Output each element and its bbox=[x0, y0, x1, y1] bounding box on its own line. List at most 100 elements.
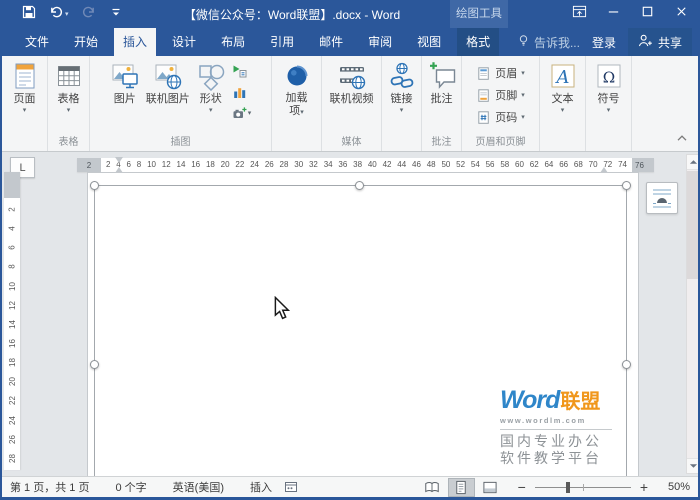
illustrations-group: 图片 联机图片 形状 ▾ ▾ 插图 bbox=[90, 56, 272, 151]
save-icon bbox=[22, 5, 36, 24]
tab-view[interactable]: 视图 bbox=[408, 28, 450, 56]
dropdown-arrow-icon: ▾ bbox=[22, 107, 27, 114]
close-button[interactable] bbox=[664, 0, 698, 28]
shapes-button[interactable]: 形状 ▾ bbox=[194, 59, 228, 136]
addins-button[interactable]: 加载项▾ bbox=[280, 59, 314, 136]
footer-button[interactable]: 页脚 ▾ bbox=[472, 85, 529, 105]
tab-references[interactable]: 引用 bbox=[261, 28, 303, 56]
ruler-number: 16 bbox=[7, 339, 17, 348]
comments-group: 批注 批注 bbox=[422, 56, 462, 151]
link-button[interactable]: 链接 ▾ bbox=[385, 59, 419, 136]
macro-icon[interactable] bbox=[284, 480, 298, 494]
online-video-button[interactable]: 联机视频 bbox=[328, 59, 376, 136]
chart-button[interactable] bbox=[230, 83, 254, 101]
handle-top-left[interactable] bbox=[90, 181, 99, 190]
handle-middle-left[interactable] bbox=[90, 360, 99, 369]
tab-format[interactable]: 格式 bbox=[457, 28, 500, 56]
page-number-button[interactable]: 页码 ▾ bbox=[472, 107, 529, 127]
ruler-number: 52 bbox=[456, 160, 466, 169]
scroll-down-icon bbox=[689, 464, 698, 468]
zoom-slider[interactable] bbox=[534, 481, 631, 493]
dropdown-arrow-icon: ▾ bbox=[521, 69, 525, 77]
web-layout-button[interactable] bbox=[477, 478, 504, 497]
insert-mode-indicator[interactable]: 插入 bbox=[250, 479, 272, 495]
collapse-ribbon-button[interactable] bbox=[676, 129, 688, 147]
screenshot-button[interactable]: ▾ bbox=[230, 104, 254, 122]
svg-text:Ω: Ω bbox=[602, 69, 614, 87]
word-count[interactable]: 0 个字 bbox=[115, 479, 146, 495]
scroll-down-button[interactable] bbox=[687, 458, 698, 473]
smartart-button[interactable] bbox=[230, 62, 254, 80]
tab-insert[interactable]: 插入 bbox=[114, 28, 157, 56]
logo-divider bbox=[500, 429, 612, 430]
tab-layout[interactable]: 布局 bbox=[212, 28, 254, 56]
tab-file[interactable]: 文件 bbox=[16, 28, 58, 56]
vertical-scrollbar[interactable] bbox=[686, 154, 698, 474]
zoom-out-button[interactable]: − bbox=[518, 480, 526, 494]
header-button[interactable]: 页眉 ▾ bbox=[472, 63, 529, 83]
maximize-button[interactable] bbox=[630, 0, 664, 28]
button-label: 批注 bbox=[430, 93, 453, 105]
table-button[interactable]: 表格 ▾ bbox=[52, 59, 86, 136]
qat-customize-button[interactable] bbox=[109, 5, 123, 24]
button-label: 符号 bbox=[597, 93, 620, 105]
links-group: 链接 ▾ bbox=[382, 56, 422, 151]
online-pictures-button[interactable]: 联机图片 bbox=[144, 59, 192, 136]
new-comment-button[interactable]: 批注 bbox=[425, 59, 459, 136]
tell-me-button[interactable]: 告诉我... bbox=[517, 34, 580, 51]
button-label: 页码 bbox=[495, 112, 518, 124]
window-title: 【微信公众号：Word联盟】.docx - Word bbox=[183, 7, 401, 22]
zoom-in-button[interactable]: + bbox=[640, 480, 648, 494]
scrollbar-thumb[interactable] bbox=[687, 171, 698, 279]
vertical-ruler[interactable]: 2 4 6 8 10 12 14 16 18 20 22 24 26 28 bbox=[4, 172, 20, 470]
tab-design[interactable]: 设计 bbox=[163, 28, 205, 56]
online-video-icon bbox=[337, 60, 367, 92]
print-layout-button[interactable] bbox=[447, 477, 475, 497]
zoom-level[interactable]: 50% bbox=[660, 481, 690, 493]
scroll-up-button[interactable] bbox=[687, 155, 698, 170]
chart-icon bbox=[232, 85, 247, 100]
footer-icon bbox=[476, 88, 491, 103]
smartart-icon bbox=[232, 64, 247, 79]
ruler-number: 8 bbox=[136, 160, 142, 169]
pictures-button[interactable]: 图片 bbox=[108, 59, 142, 136]
page-indicator[interactable]: 第 1 页，共 1 页 bbox=[10, 479, 89, 495]
undo-button[interactable]: ▾ bbox=[49, 5, 69, 24]
text-icon: A bbox=[548, 60, 578, 92]
tab-mailings[interactable]: 邮件 bbox=[310, 28, 352, 56]
ruler-number: 62 bbox=[529, 160, 539, 169]
maximize-icon bbox=[640, 4, 655, 24]
pages-button[interactable]: 页面 ▾ bbox=[8, 59, 42, 136]
group-label bbox=[382, 136, 421, 151]
window-controls bbox=[562, 0, 698, 28]
ruler-number: 2 bbox=[7, 207, 17, 212]
contextual-tab-header: 绘图工具 bbox=[450, 0, 508, 28]
text-button[interactable]: A 文本 ▾ bbox=[546, 59, 580, 136]
dropdown-arrow-icon: ▾ bbox=[66, 107, 71, 114]
quick-access-toolbar: ▾ bbox=[2, 5, 123, 24]
minimize-button[interactable] bbox=[596, 0, 630, 28]
language-indicator[interactable]: 英语(美国) bbox=[173, 479, 224, 495]
tab-home[interactable]: 开始 bbox=[65, 28, 107, 56]
zoom-slider-thumb[interactable] bbox=[565, 481, 570, 493]
ruler-number: 66 bbox=[559, 160, 569, 169]
layout-options-button[interactable] bbox=[646, 182, 678, 214]
ruler-number: 6 bbox=[126, 160, 131, 169]
first-line-indent-marker[interactable] bbox=[115, 157, 123, 163]
handle-middle-right[interactable] bbox=[622, 360, 631, 369]
handle-top-center[interactable] bbox=[355, 181, 364, 190]
tab-review[interactable]: 审阅 bbox=[359, 28, 401, 56]
sign-in-button[interactable]: 登录 bbox=[592, 34, 616, 51]
ruler-number: 42 bbox=[382, 160, 392, 169]
horizontal-ruler[interactable]: 2 2 4 6 8 10 12 14 16 18 20 22 24 26 28 30 32 34 36 38 40 42… bbox=[77, 157, 654, 173]
media-group: 联机视频 媒体 bbox=[322, 56, 382, 151]
save-button[interactable] bbox=[22, 5, 36, 24]
ruler-number: 26 bbox=[264, 160, 274, 169]
handle-top-right[interactable] bbox=[622, 181, 631, 190]
share-button[interactable]: 共享 bbox=[627, 28, 692, 56]
button-label: 页面 bbox=[13, 93, 36, 105]
ribbon-display-options-button[interactable] bbox=[562, 0, 596, 28]
read-mode-button[interactable] bbox=[419, 478, 446, 497]
symbol-button[interactable]: Ω 符号 ▾ bbox=[592, 59, 626, 136]
redo-button[interactable] bbox=[82, 5, 96, 24]
